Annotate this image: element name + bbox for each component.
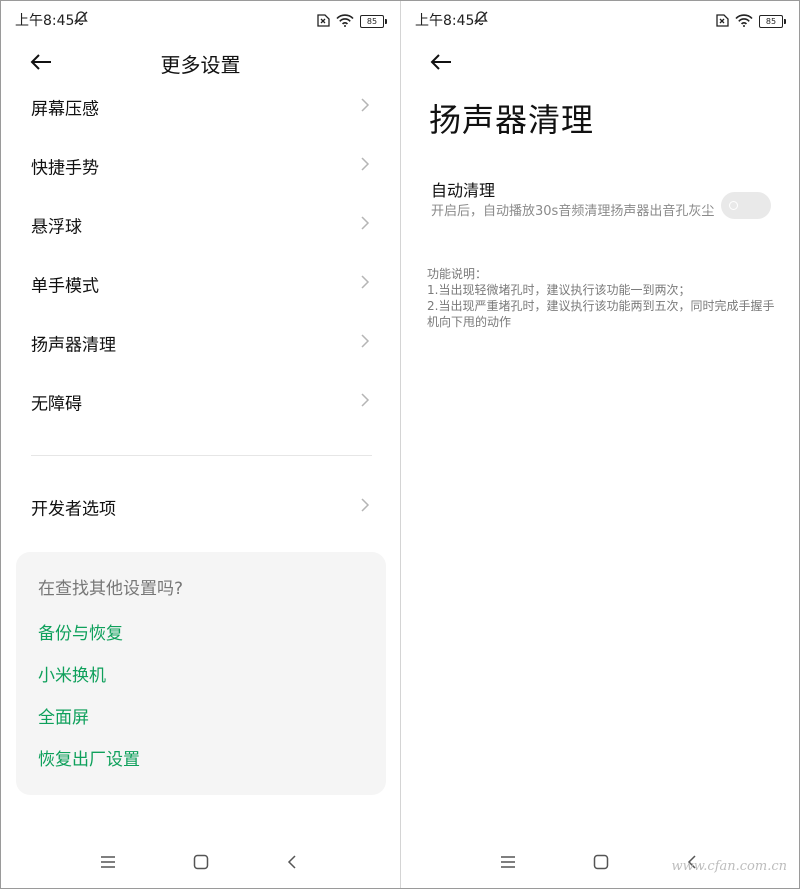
settings-item-one-hand-mode[interactable]: 单手模式: [1, 255, 400, 313]
suggestion-link-fullscreen[interactable]: 全面屏: [38, 703, 89, 728]
notes-line-1: 1.当出现轻微堵孔时，建议执行该功能一到两次；: [427, 283, 691, 297]
no-sim-icon: [714, 12, 729, 31]
notes-heading: 功能说明：: [427, 267, 488, 281]
mute-icon: [73, 10, 89, 30]
auto-clean-toggle[interactable]: [721, 192, 771, 219]
watermark: www.cfan.com.cn: [671, 859, 787, 874]
status-icons: 85: [714, 12, 786, 31]
settings-item-label: 快捷手势: [31, 158, 99, 179]
chevron-right-icon: [360, 156, 370, 176]
wifi-icon: [336, 12, 354, 31]
page-title: 扬声器清理: [429, 101, 595, 139]
suggestion-link-backup[interactable]: 备份与恢复: [38, 619, 123, 644]
status-time: 上午8:45: [15, 13, 75, 29]
section-divider: [31, 455, 372, 456]
chevron-right-icon: [360, 97, 370, 117]
status-bar: 上午8:45 85: [401, 1, 799, 39]
notes-line-2: 2.当出现严重堵孔时，建议执行该功能两到五次，同时完成手握手机向下甩的动作: [427, 299, 775, 329]
navigation-bar: [1, 841, 400, 888]
chevron-right-icon: [360, 215, 370, 235]
settings-item-speaker-cleaner[interactable]: 扬声器清理: [1, 314, 400, 372]
settings-item-label: 悬浮球: [31, 217, 82, 238]
settings-item-label: 开发者选项: [31, 499, 116, 520]
menu-icon[interactable]: [499, 854, 517, 874]
settings-item-label: 无障碍: [31, 394, 82, 415]
menu-icon[interactable]: [99, 854, 117, 874]
toggle-knob: [729, 201, 738, 210]
battery-icon: 85: [360, 15, 387, 28]
suggestion-card: 在查找其他设置吗? 备份与恢复 小米换机 全面屏 恢复出厂设置: [16, 552, 386, 795]
settings-item-label: 单手模式: [31, 276, 99, 297]
screenshot-frame: 上午8:45 85 更多设置 屏幕压感 快捷手势 悬浮球 单手模式 扬声器清理 …: [0, 0, 800, 889]
battery-icon: 85: [759, 15, 786, 28]
status-time: 上午8:45: [415, 13, 475, 29]
suggestion-link-mi-mover[interactable]: 小米换机: [38, 661, 106, 686]
function-notes: 功能说明： 1.当出现轻微堵孔时，建议执行该功能一到两次； 2.当出现严重堵孔时…: [427, 266, 777, 330]
wifi-icon: [735, 12, 753, 31]
chevron-right-icon: [360, 497, 370, 517]
more-settings-screen: 上午8:45 85 更多设置 屏幕压感 快捷手势 悬浮球 单手模式 扬声器清理 …: [1, 1, 400, 888]
settings-item-screen-pressure[interactable]: 屏幕压感: [1, 78, 400, 136]
home-icon[interactable]: [192, 854, 210, 874]
settings-item-label: 屏幕压感: [31, 99, 99, 120]
chevron-right-icon: [360, 274, 370, 294]
suggestion-title: 在查找其他设置吗?: [38, 579, 184, 599]
status-bar: 上午8:45 85: [1, 1, 400, 39]
back-arrow-icon[interactable]: [429, 52, 453, 72]
back-nav-icon[interactable]: [286, 854, 298, 874]
chevron-right-icon: [360, 392, 370, 412]
auto-clean-title: 自动清理: [431, 181, 496, 200]
settings-item-gestures[interactable]: 快捷手势: [1, 137, 400, 195]
settings-item-floating-ball[interactable]: 悬浮球: [1, 196, 400, 254]
no-sim-icon: [315, 12, 330, 31]
settings-item-developer-options[interactable]: 开发者选项: [1, 478, 400, 536]
page-title: 更多设置: [160, 53, 241, 77]
settings-item-accessibility[interactable]: 无障碍: [1, 373, 400, 431]
status-icons: 85: [315, 12, 387, 31]
chevron-right-icon: [360, 333, 370, 353]
settings-item-label: 扬声器清理: [31, 335, 116, 356]
home-icon[interactable]: [592, 854, 610, 874]
speaker-cleaner-screen: 上午8:45 85 扬声器清理 自动清理 开启后，自动播放30s音频清理扬声器出…: [401, 1, 799, 888]
auto-clean-description: 开启后，自动播放30s音频清理扬声器出音孔灰尘: [431, 204, 715, 219]
mute-icon: [473, 10, 489, 30]
suggestion-link-factory-reset[interactable]: 恢复出厂设置: [38, 745, 140, 770]
